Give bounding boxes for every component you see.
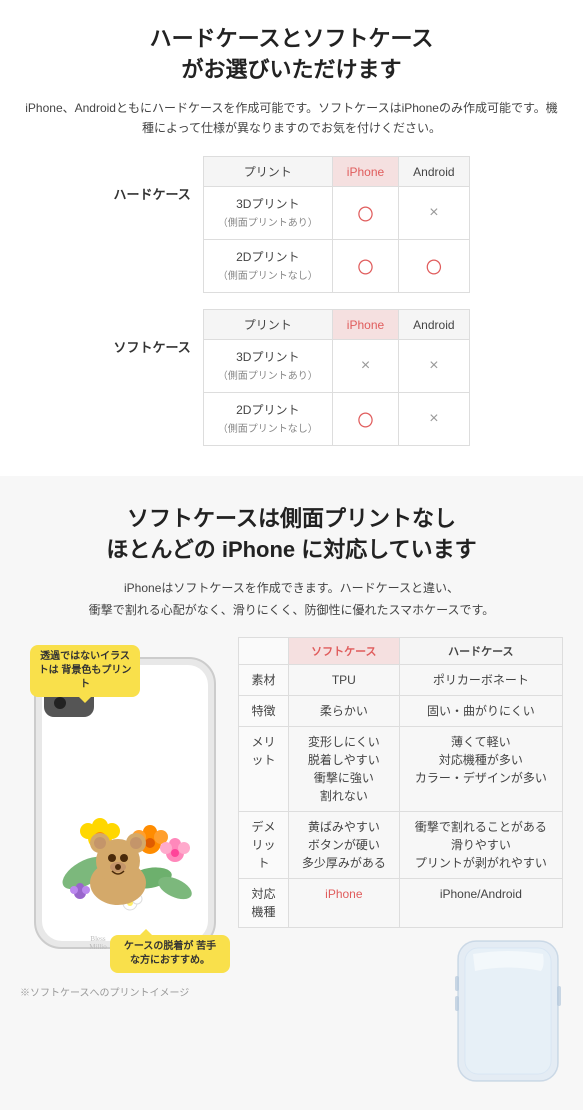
col-print2: プリント (203, 310, 332, 340)
comp-row-label: デメリット (239, 812, 289, 879)
section2: ソフトケースは側面プリントなし ほとんどの iPhone に対応しています iP… (0, 476, 583, 1110)
soft-header: ソフトケース (289, 638, 400, 665)
table-row: 3Dプリント（側面プリントあり） (203, 340, 332, 393)
col-iphone-hard: iPhone (332, 157, 398, 187)
speech-bubble-top: 透過ではないイラストは 背景色もプリント (30, 645, 140, 697)
speech-bubble-bottom: ケースの脱着が 苦手な方におすすめ。 (110, 935, 230, 973)
comp-soft-cell: 変形しにくい脱着しやすい衝撃に強い割れない (289, 727, 400, 812)
table-cell-android: 〇 (399, 240, 469, 293)
table-cell-iphone: 〇 (332, 187, 398, 240)
section1-desc: iPhone、Androidともにハードケースを作成可能です。ソフトケースはiP… (20, 98, 563, 139)
comp-soft-cell: 柔らかい (289, 696, 400, 727)
section2-title: ソフトケースは側面プリントなし ほとんどの iPhone に対応しています (20, 504, 563, 566)
col-android-soft: Android (399, 310, 469, 340)
col-android-hard: Android (399, 157, 469, 187)
comp-soft-cell: TPU (289, 665, 400, 696)
comp-row-label: メリット (239, 727, 289, 812)
col-print: プリント (203, 157, 332, 187)
phone-mockup: Bless Millio (30, 653, 220, 953)
table-cell-android: × (399, 393, 469, 446)
col-iphone-soft: iPhone (332, 310, 398, 340)
hard-case-image (453, 936, 563, 1086)
comparison-table: ソフトケース ハードケース 素材 TPU ポリカーボネート 特徴 柔らかい 固い… (238, 637, 563, 928)
soft-case-label: ソフトケース (113, 337, 196, 356)
table-row: 3Dプリント（側面プリントあり） (203, 187, 332, 240)
hard-header: ハードケース (399, 638, 562, 665)
table-cell-android: × (399, 340, 469, 393)
hard-case-table: プリント iPhone Android 3Dプリント（側面プリントあり） 〇 ×… (203, 156, 470, 293)
comp-hard-cell: ポリカーボネート (399, 665, 562, 696)
soft-case-table: プリント iPhone Android 3Dプリント（側面プリントあり） × ×… (203, 309, 470, 446)
section2-desc: iPhoneはソフトケースを作成できます。ハードケースと違い、 衝撃で割れる心配… (20, 578, 563, 621)
comp-hard-cell: iPhone/Android (399, 879, 562, 928)
section1-title: ハードケースとソフトケース がお選びいただけます (20, 24, 563, 86)
hard-case-label: ハードケース (113, 184, 196, 203)
comp-row-label: 素材 (239, 665, 289, 696)
table-row: 2Dプリント（側面プリントなし） (203, 393, 332, 446)
comparison-area: 透過ではないイラストは 背景色もプリント (20, 637, 563, 1086)
svg-text:Millio: Millio (89, 943, 107, 951)
comp-row-label: 対応機種 (239, 879, 289, 928)
section1: ハードケースとソフトケース がお選びいただけます iPhone、Androidと… (0, 0, 583, 466)
comp-hard-cell: 固い・曲がりにくい (399, 696, 562, 727)
phone-footnote: ※ソフトケースへのプリントイメージ (20, 984, 230, 999)
comp-hard-cell: 薄くて軽い対応機種が多いカラー・デザインが多い (399, 727, 562, 812)
comp-soft-cell: iPhone (289, 879, 400, 928)
svg-text:Bless: Bless (90, 935, 105, 943)
table-row: 2Dプリント（側面プリントなし） (203, 240, 332, 293)
phone-area: 透過ではないイラストは 背景色もプリント (20, 637, 230, 999)
comp-hard-cell: 衝撃で割れることがある滑りやすいプリントが剥がれやすい (399, 812, 562, 879)
table-cell-iphone: 〇 (332, 240, 398, 293)
table-cell-iphone: × (332, 340, 398, 393)
comp-soft-cell: 黄ばみやすいボタンが硬い多少厚みがある (289, 812, 400, 879)
table-cell-iphone: 〇 (332, 393, 398, 446)
comp-row-label: 特徴 (239, 696, 289, 727)
table-cell-android: × (399, 187, 469, 240)
